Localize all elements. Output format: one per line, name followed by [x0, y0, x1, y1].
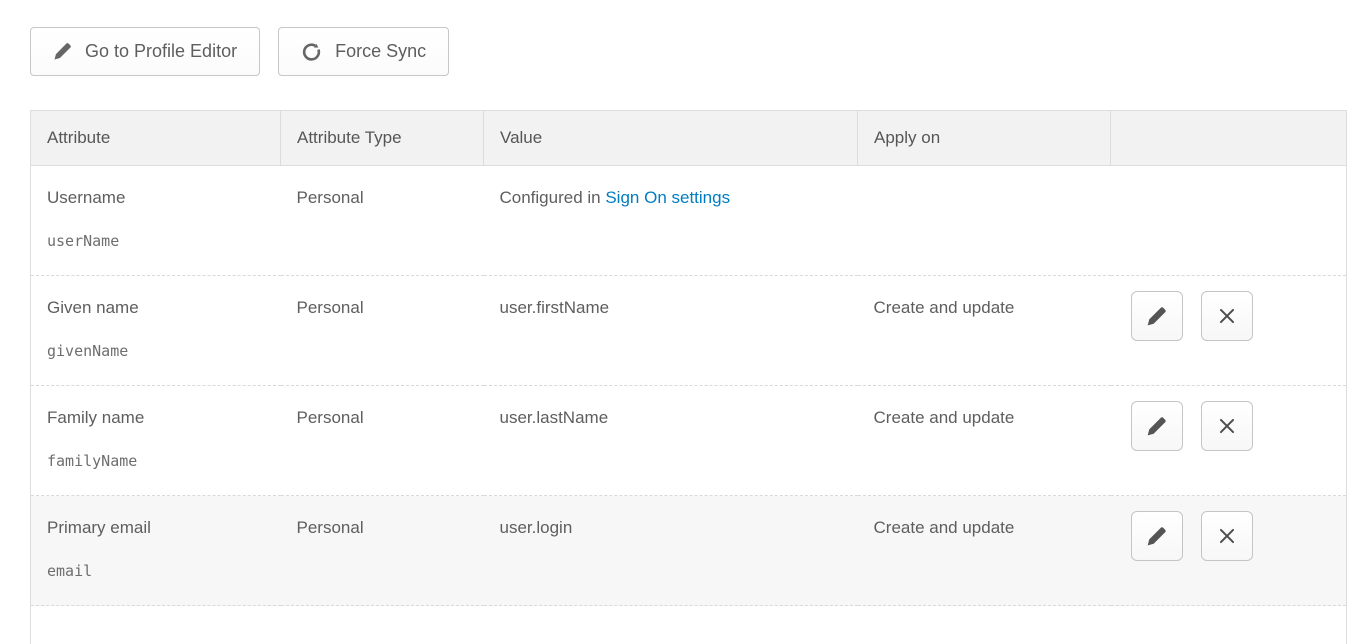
- actions-cell: [1111, 496, 1347, 606]
- apply-on-value: Create and update: [874, 406, 1095, 429]
- edit-attribute-button[interactable]: [1131, 291, 1183, 341]
- attribute-variable-name: email: [47, 561, 265, 581]
- attribute-variable-name: givenName: [47, 341, 265, 361]
- value-cell: user.firstName: [484, 276, 858, 386]
- partial-row: [31, 606, 1347, 644]
- value-text: Configured in: [500, 188, 606, 207]
- attribute-label: Primary email: [47, 516, 265, 539]
- delete-attribute-button[interactable]: [1201, 511, 1253, 561]
- column-header-actions: [1111, 111, 1347, 166]
- table-row: Given name givenName Personal user.first…: [31, 276, 1347, 386]
- table-row: Primary email email Personal user.login …: [31, 496, 1347, 606]
- table-row: Username userName Personal Configured in…: [31, 166, 1347, 276]
- value-text: user.login: [500, 518, 573, 537]
- attribute-cell: Primary email email: [31, 496, 281, 606]
- attribute-type-value: Personal: [297, 406, 468, 429]
- value-text: user.lastName: [500, 408, 609, 427]
- attribute-cell: Family name familyName: [31, 386, 281, 496]
- actions-cell: [1111, 276, 1347, 386]
- close-icon: [1216, 415, 1238, 437]
- apply-on-value: Create and update: [874, 296, 1095, 319]
- edit-attribute-button[interactable]: [1131, 401, 1183, 451]
- attribute-type-value: Personal: [297, 186, 468, 209]
- attribute-type-cell: Personal: [281, 496, 484, 606]
- column-header-attribute: Attribute: [31, 111, 281, 166]
- value-cell: user.lastName: [484, 386, 858, 496]
- close-icon: [1216, 305, 1238, 327]
- column-header-attribute-type: Attribute Type: [281, 111, 484, 166]
- sign-on-settings-link[interactable]: Sign On settings: [605, 188, 730, 207]
- attribute-type-cell: Personal: [281, 276, 484, 386]
- close-icon: [1216, 525, 1238, 547]
- force-sync-label: Force Sync: [335, 41, 426, 62]
- attribute-cell: Given name givenName: [31, 276, 281, 386]
- attribute-type-value: Personal: [297, 296, 468, 319]
- apply-on-cell: Create and update: [858, 496, 1111, 606]
- edit-attribute-button[interactable]: [1131, 511, 1183, 561]
- value-text: user.firstName: [500, 298, 610, 317]
- attribute-type-cell: Personal: [281, 386, 484, 496]
- attribute-cell: Username userName: [31, 166, 281, 276]
- refresh-icon: [301, 41, 322, 62]
- delete-attribute-button[interactable]: [1201, 291, 1253, 341]
- apply-on-cell: Create and update: [858, 276, 1111, 386]
- actions-cell: [1111, 386, 1347, 496]
- delete-attribute-button[interactable]: [1201, 401, 1253, 451]
- go-to-profile-editor-label: Go to Profile Editor: [85, 41, 237, 62]
- pencil-icon: [1146, 306, 1167, 327]
- attribute-type-cell: Personal: [281, 166, 484, 276]
- attribute-label: Username: [47, 186, 265, 209]
- row-actions: [1131, 291, 1253, 341]
- apply-on-value: Create and update: [874, 516, 1095, 539]
- apply-on-cell: [858, 166, 1111, 276]
- actions-cell: [1111, 166, 1347, 276]
- apply-on-cell: Create and update: [858, 386, 1111, 496]
- pencil-icon: [53, 42, 72, 61]
- pencil-icon: [1146, 526, 1167, 547]
- table-header-row: Attribute Attribute Type Value Apply on: [31, 111, 1347, 166]
- table-row: Family name familyName Personal user.las…: [31, 386, 1347, 496]
- force-sync-button[interactable]: Force Sync: [278, 27, 449, 76]
- value-cell: user.login: [484, 496, 858, 606]
- attribute-table-body: Username userName Personal Configured in…: [31, 166, 1347, 644]
- attribute-variable-name: familyName: [47, 451, 265, 471]
- attribute-type-value: Personal: [297, 516, 468, 539]
- value-cell: Configured in Sign On settings: [484, 166, 858, 276]
- column-header-apply-on: Apply on: [858, 111, 1111, 166]
- attribute-label: Given name: [47, 296, 265, 319]
- attribute-mappings-table: Attribute Attribute Type Value Apply on …: [30, 110, 1347, 644]
- go-to-profile-editor-button[interactable]: Go to Profile Editor: [30, 27, 260, 76]
- column-header-value: Value: [484, 111, 858, 166]
- row-actions: [1131, 511, 1253, 561]
- attribute-label: Family name: [47, 406, 265, 429]
- partial-row-cell: [31, 606, 1347, 644]
- provisioning-attributes-panel: Go to Profile Editor Force Sync Attribut…: [0, 27, 1370, 644]
- attribute-variable-name: userName: [47, 231, 265, 251]
- pencil-icon: [1146, 416, 1167, 437]
- row-actions: [1131, 401, 1253, 451]
- toolbar: Go to Profile Editor Force Sync: [30, 27, 1370, 76]
